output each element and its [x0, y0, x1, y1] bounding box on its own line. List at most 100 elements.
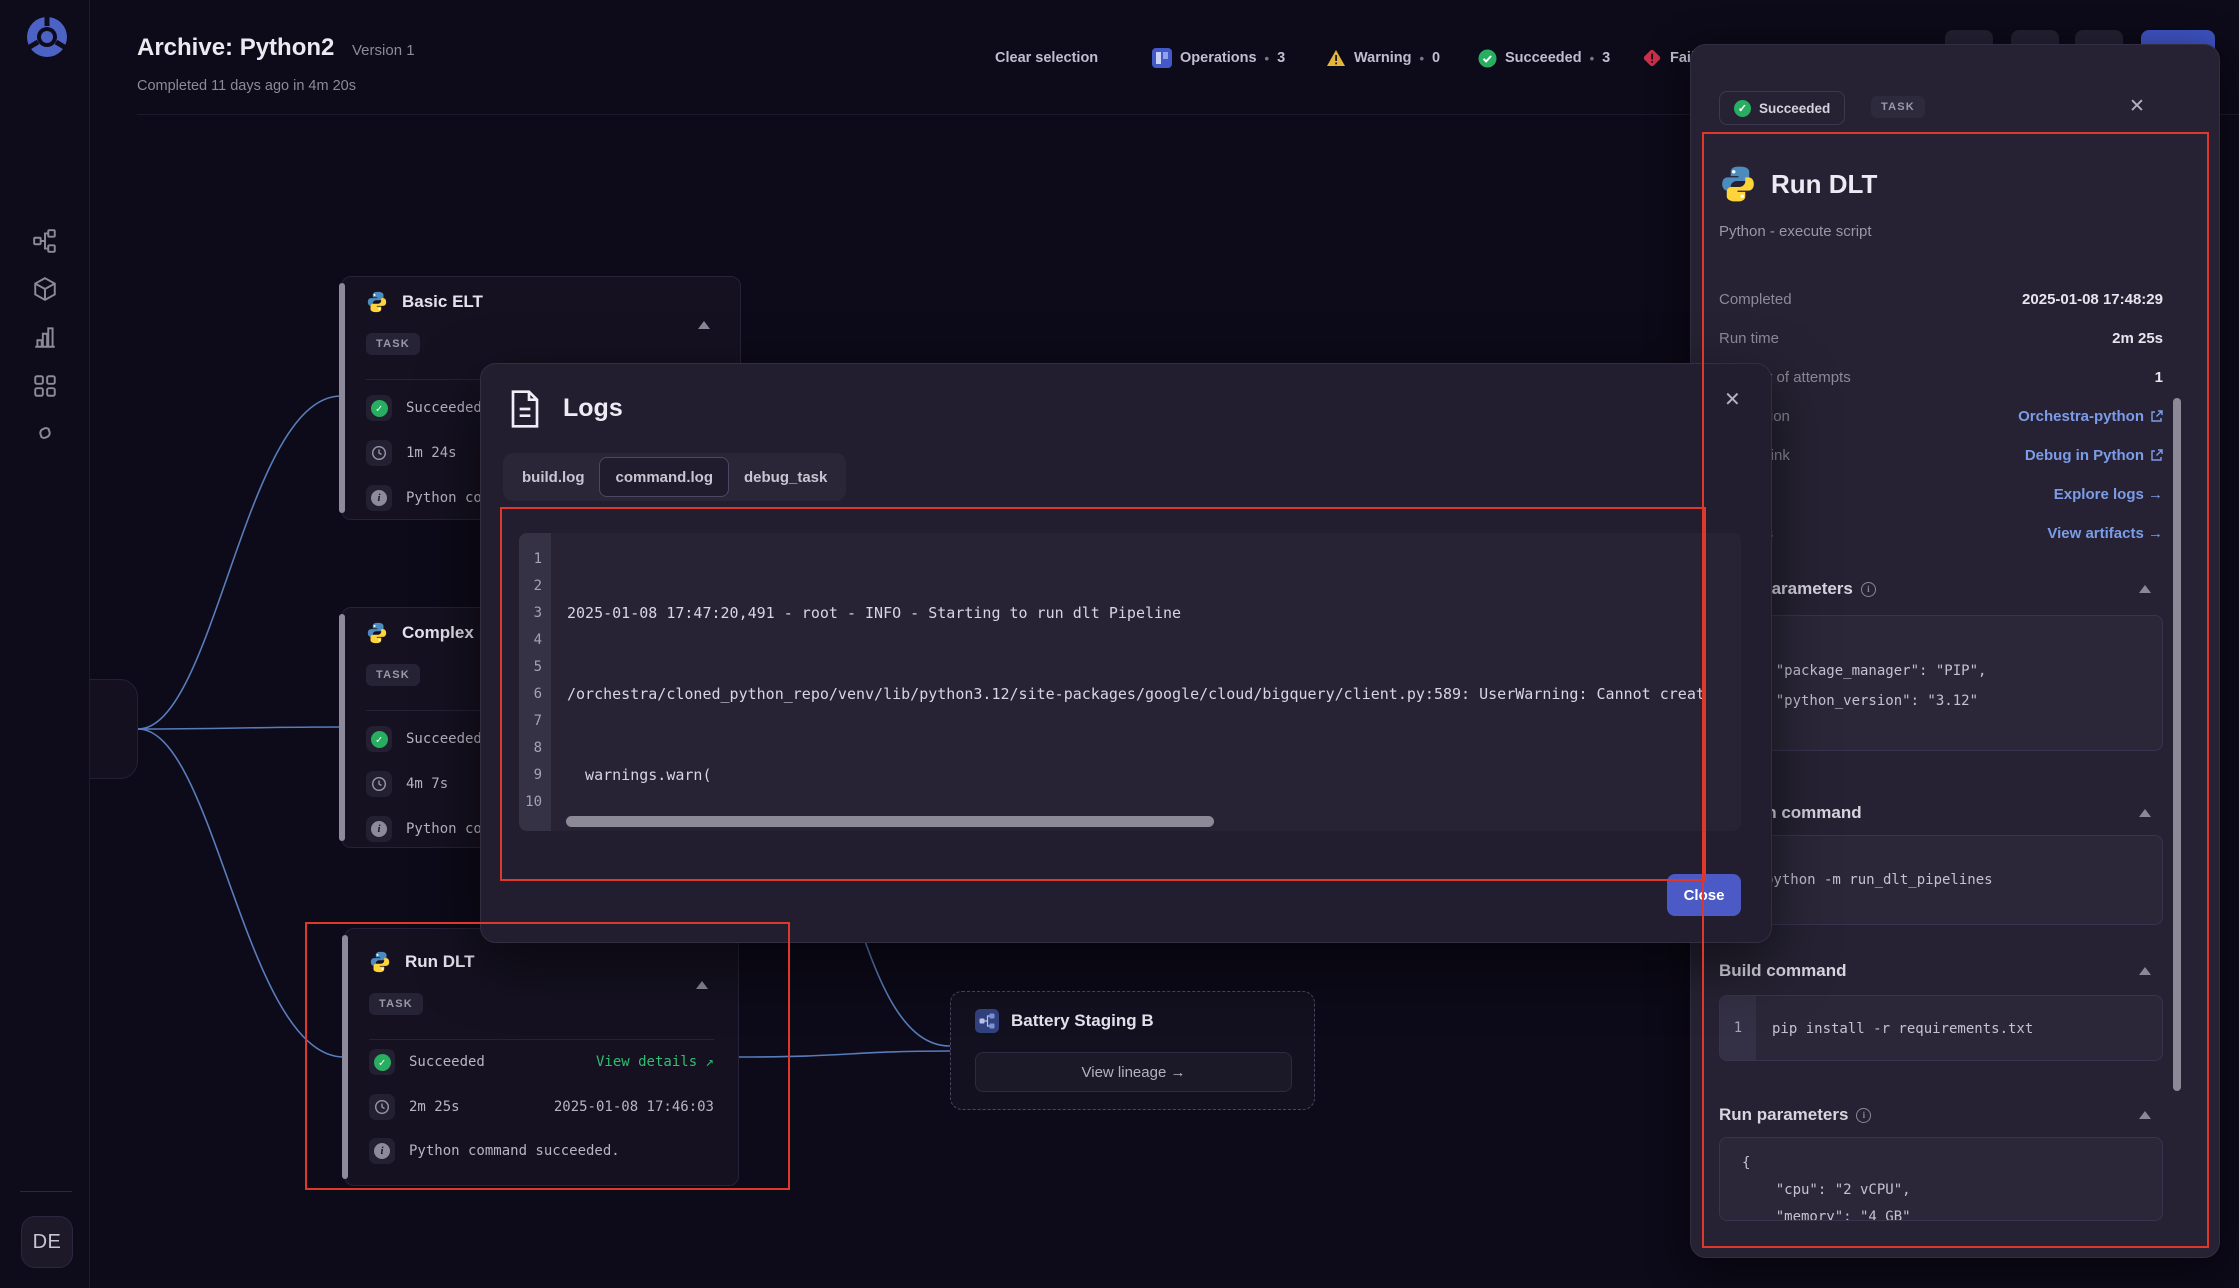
succeeded-icon: [1478, 49, 1497, 67]
succeeded-counter[interactable]: Succeeded • 3: [1478, 46, 1610, 70]
modal-close-button[interactable]: Close: [1667, 874, 1741, 916]
collapse-icon[interactable]: [2139, 1111, 2151, 1119]
run-summary: Completed 11 days ago in 4m 20s: [137, 78, 356, 94]
task-status: Succeeded: [406, 400, 482, 416]
view-artifacts-link[interactable]: View artifacts →: [2047, 525, 2163, 542]
tab-debug-task[interactable]: debug_task: [729, 457, 842, 497]
clock-icon: [366, 771, 392, 797]
field-label: Run time: [1719, 329, 1780, 347]
task-type-badge: TASK: [369, 993, 423, 1015]
field-value: 2025-01-08 17:48:29: [2022, 290, 2163, 308]
external-link-icon: [2151, 409, 2163, 422]
panel-type-badge: TASK: [1871, 96, 1925, 118]
python-icon: [370, 951, 390, 973]
warning-count: 0: [1432, 50, 1441, 66]
task-finished-at: 2025-01-08 17:46:03: [553, 1099, 714, 1115]
products-cube-icon[interactable]: [32, 276, 58, 302]
log-line: 2025-01-08 17:47:20,491 - root - INFO - …: [567, 604, 1182, 622]
external-link-icon: [2151, 448, 2163, 461]
user-avatar[interactable]: DE: [21, 1216, 73, 1268]
sidebar: DE: [0, 0, 90, 1288]
task-message: Python command succeeded.: [409, 1143, 620, 1159]
line-number: 1: [1720, 996, 1756, 1060]
clock-icon: [366, 440, 392, 466]
version-label: Version 1: [352, 42, 415, 59]
build-command-code[interactable]: 1 pip install -r requirements.txt: [1719, 995, 2163, 1061]
clear-selection-button[interactable]: Clear selection: [995, 46, 1098, 70]
log-line: /orchestra/cloned_python_repo/venv/lib/p…: [567, 685, 1705, 703]
info-icon: [369, 1138, 395, 1164]
log-content: 2025-01-08 17:47:20,491 - root - INFO - …: [567, 546, 1741, 831]
panel-title: Run DLT: [1771, 169, 1878, 199]
sidebar-divider: [20, 1191, 72, 1192]
task-status: Succeeded: [406, 731, 482, 747]
warning-counter[interactable]: Warning • 0: [1326, 46, 1440, 70]
debug-link[interactable]: Debug in Python: [2025, 447, 2163, 464]
task-title: Run DLT: [405, 952, 475, 971]
task-card-run-dlt[interactable]: Run DLT TASK Succeeded View details ↗ 2m…: [342, 928, 739, 1186]
task-title: Complex: [402, 623, 474, 642]
log-tabs: build.log command.log debug_task: [503, 453, 847, 501]
collapse-icon[interactable]: [698, 321, 710, 329]
document-icon: [511, 390, 539, 428]
collapse-icon[interactable]: [696, 981, 708, 989]
modal-title: Logs: [563, 394, 623, 422]
tab-command-log[interactable]: command.log: [599, 457, 729, 497]
collapse-icon[interactable]: [2139, 967, 2151, 975]
log-viewer[interactable]: 12 34 56 78 9 10 2025-01-08 17:47:20,491 …: [519, 533, 1741, 831]
view-lineage-button[interactable]: View lineage →: [975, 1052, 1292, 1092]
explore-logs-link[interactable]: Explore logs →: [2054, 486, 2163, 503]
orchestra-logo-icon[interactable]: [24, 14, 70, 60]
operations-counter[interactable]: Operations • 3: [1152, 46, 1285, 70]
section-build-command: Build command: [1719, 961, 1847, 980]
status-icon: [366, 726, 392, 752]
log-line-numbers: 12 34 56 78 9 10: [519, 533, 551, 831]
logs-modal: Logs ✕ build.log command.log debug_task …: [480, 363, 1772, 943]
page-title: Archive: Python2: [137, 34, 335, 61]
link-icon[interactable]: [32, 420, 58, 446]
succeeded-count: 3: [1602, 50, 1611, 66]
field-value: 2m 25s: [2112, 329, 2163, 347]
collapse-icon[interactable]: [2139, 809, 2151, 817]
datasource-card-battery-staging-b[interactable]: Battery Staging B View lineage →: [950, 991, 1315, 1110]
succeeded-check-icon: [1734, 99, 1751, 117]
status-icon: [369, 1049, 395, 1075]
info-circle-icon[interactable]: [1856, 1107, 1872, 1123]
log-line: warnings.warn(: [567, 766, 712, 784]
datasource-title: Battery Staging B: [1011, 1011, 1154, 1030]
panel-scrollbar[interactable]: [2173, 398, 2181, 1091]
python-command-code[interactable]: python -m run_dlt_pipelines: [1719, 835, 2163, 925]
task-type-badge: TASK: [366, 664, 420, 686]
warning-icon: [1327, 50, 1345, 66]
task-duration: 2m 25s: [409, 1099, 460, 1115]
python-icon: [1722, 166, 1754, 202]
lineage-graph-icon: [975, 1009, 999, 1033]
task-type-badge: TASK: [366, 333, 420, 355]
apps-grid-icon[interactable]: [32, 373, 58, 399]
run-parameters-code[interactable]: { "cpu": "2 vCPU", "memory": "4 GB": [1719, 1137, 2163, 1221]
python-icon: [367, 622, 387, 644]
python-icon: [367, 291, 387, 313]
clock-icon: [369, 1094, 395, 1120]
panel-status-badge: Succeeded: [1719, 91, 1846, 125]
info-icon: [366, 485, 392, 511]
panel-subtitle: Python - execute script: [1719, 223, 1872, 240]
card-divider: [369, 1039, 714, 1040]
panel-close-icon[interactable]: ✕: [2129, 95, 2145, 118]
tab-build-log[interactable]: build.log: [507, 457, 599, 497]
bar-chart-icon[interactable]: [32, 324, 58, 350]
task-duration: 4m 7s: [406, 776, 449, 792]
field-value: 1: [2154, 368, 2163, 386]
collapse-icon[interactable]: [2139, 585, 2151, 593]
field-label: Completed: [1719, 290, 1792, 308]
pipelines-icon[interactable]: [32, 228, 58, 254]
operations-icon: [1152, 48, 1172, 68]
view-details-link[interactable]: View details ↗: [596, 1054, 714, 1070]
integration-link[interactable]: Orchestra-python: [2018, 408, 2163, 425]
status-icon: [366, 395, 392, 421]
info-circle-icon[interactable]: [1860, 581, 1876, 597]
task-parameters-code[interactable]: { "package_manager": "PIP", "python_vers…: [1719, 615, 2163, 751]
horizontal-scrollbar[interactable]: [566, 816, 1214, 827]
task-status: Succeeded: [409, 1054, 485, 1070]
modal-close-icon[interactable]: ✕: [1724, 387, 1741, 412]
